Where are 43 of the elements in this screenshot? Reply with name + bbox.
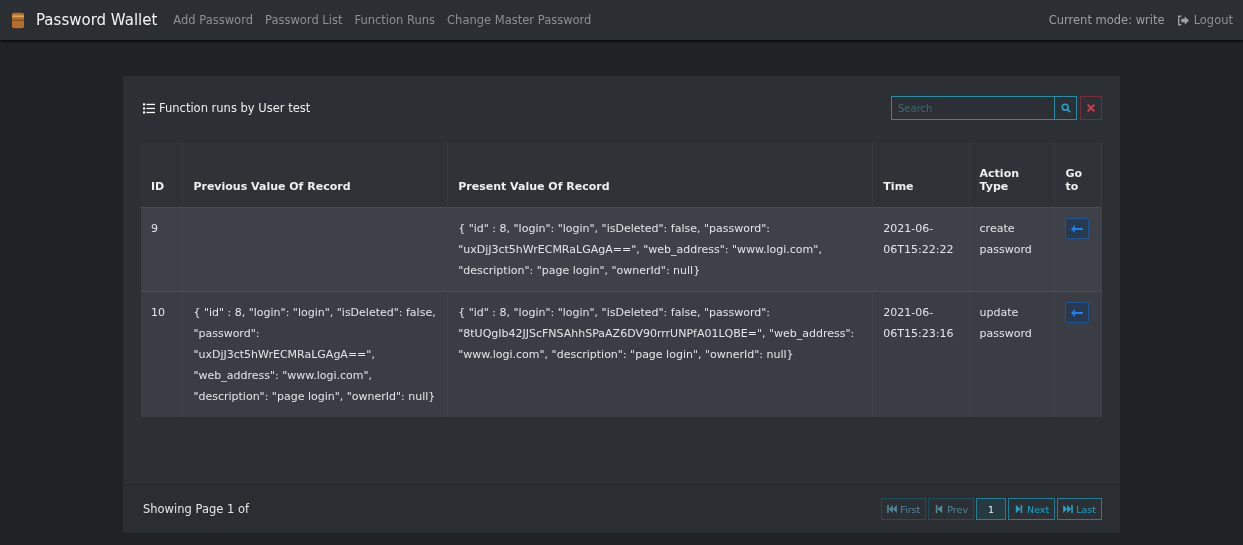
step-icon <box>934 505 945 513</box>
search-icon <box>1060 103 1071 113</box>
table-cell: create password <box>979 222 1032 256</box>
brand-title[interactable]: Password Wallet <box>36 11 158 29</box>
search-field[interactable]: Search <box>891 96 1055 120</box>
table-cell: 9 <box>151 222 158 235</box>
column-header: Present Value Of Record <box>447 143 873 208</box>
table-cell: { "id" : 8, "login": "login", "isDeleted": false, "password": "uxDjJ3ct5hWrECMRaLGAgA==", "web_address": "www.logi.com", "description": "page login", "ownerId": null} <box>193 306 436 403</box>
page-button[interactable]: Last <box>1057 498 1102 520</box>
column-header: Time <box>872 143 970 208</box>
column-header: Go to <box>1054 143 1102 208</box>
card-title: Function runs by User test <box>143 101 311 115</box>
table-cell: 10 <box>151 306 165 319</box>
mode-label: Current mode: write <box>1048 13 1165 27</box>
clear-button[interactable] <box>1080 96 1102 120</box>
list-icon <box>143 102 155 114</box>
logout-icon <box>1176 14 1189 26</box>
column-header: ID <box>141 143 183 208</box>
table-cell: 2021-06-06T15:22:22 <box>883 222 954 256</box>
skip-icon <box>887 505 898 513</box>
column-header: Action Type <box>969 143 1055 208</box>
go-to-button[interactable] <box>1065 302 1090 323</box>
table-cell: { "id" : 8, "login": "login", "isDeleted": false, "password": "uxDjJ3ct5hWrECMRaLGAgA==", "web_address": "www.logi.com", "description": "page login", "ownerId": null} <box>458 222 822 277</box>
arrow-left-icon <box>1071 224 1084 233</box>
page-info: Showing Page 1 of <box>143 502 250 516</box>
step-icon <box>1014 505 1025 513</box>
page-button[interactable]: 1 <box>976 498 1007 520</box>
nav-link[interactable]: Function Runs <box>354 13 436 27</box>
page-button[interactable]: Next <box>1008 498 1056 520</box>
table-cell: update password <box>979 306 1032 340</box>
nav-link[interactable]: Change Master Password <box>447 13 592 27</box>
nav-link[interactable]: Password List <box>265 13 343 27</box>
search-button[interactable] <box>1055 96 1077 120</box>
nav-link[interactable]: Add Password <box>173 13 253 27</box>
go-to-button[interactable] <box>1065 218 1090 239</box>
close-icon <box>1086 103 1096 113</box>
table-cell: 2021-06-06T15:23:16 <box>883 306 954 340</box>
skip-icon <box>1063 505 1074 513</box>
table-cell: { "id" : 8, "login": "login", "isDeleted": false, "password": "8tUQgIb42JJScFNSAhhSPaAZ6DV90rrrUNPfA01LQBE=", "web_address": "www.logi.com", "description": "page login", "ownerId": null} <box>458 306 855 361</box>
logout-link[interactable]: Logout <box>1176 13 1233 27</box>
column-header: Previous Value Of Record <box>182 143 448 208</box>
arrow-left-icon <box>1071 308 1084 317</box>
wallet-icon <box>12 11 24 29</box>
